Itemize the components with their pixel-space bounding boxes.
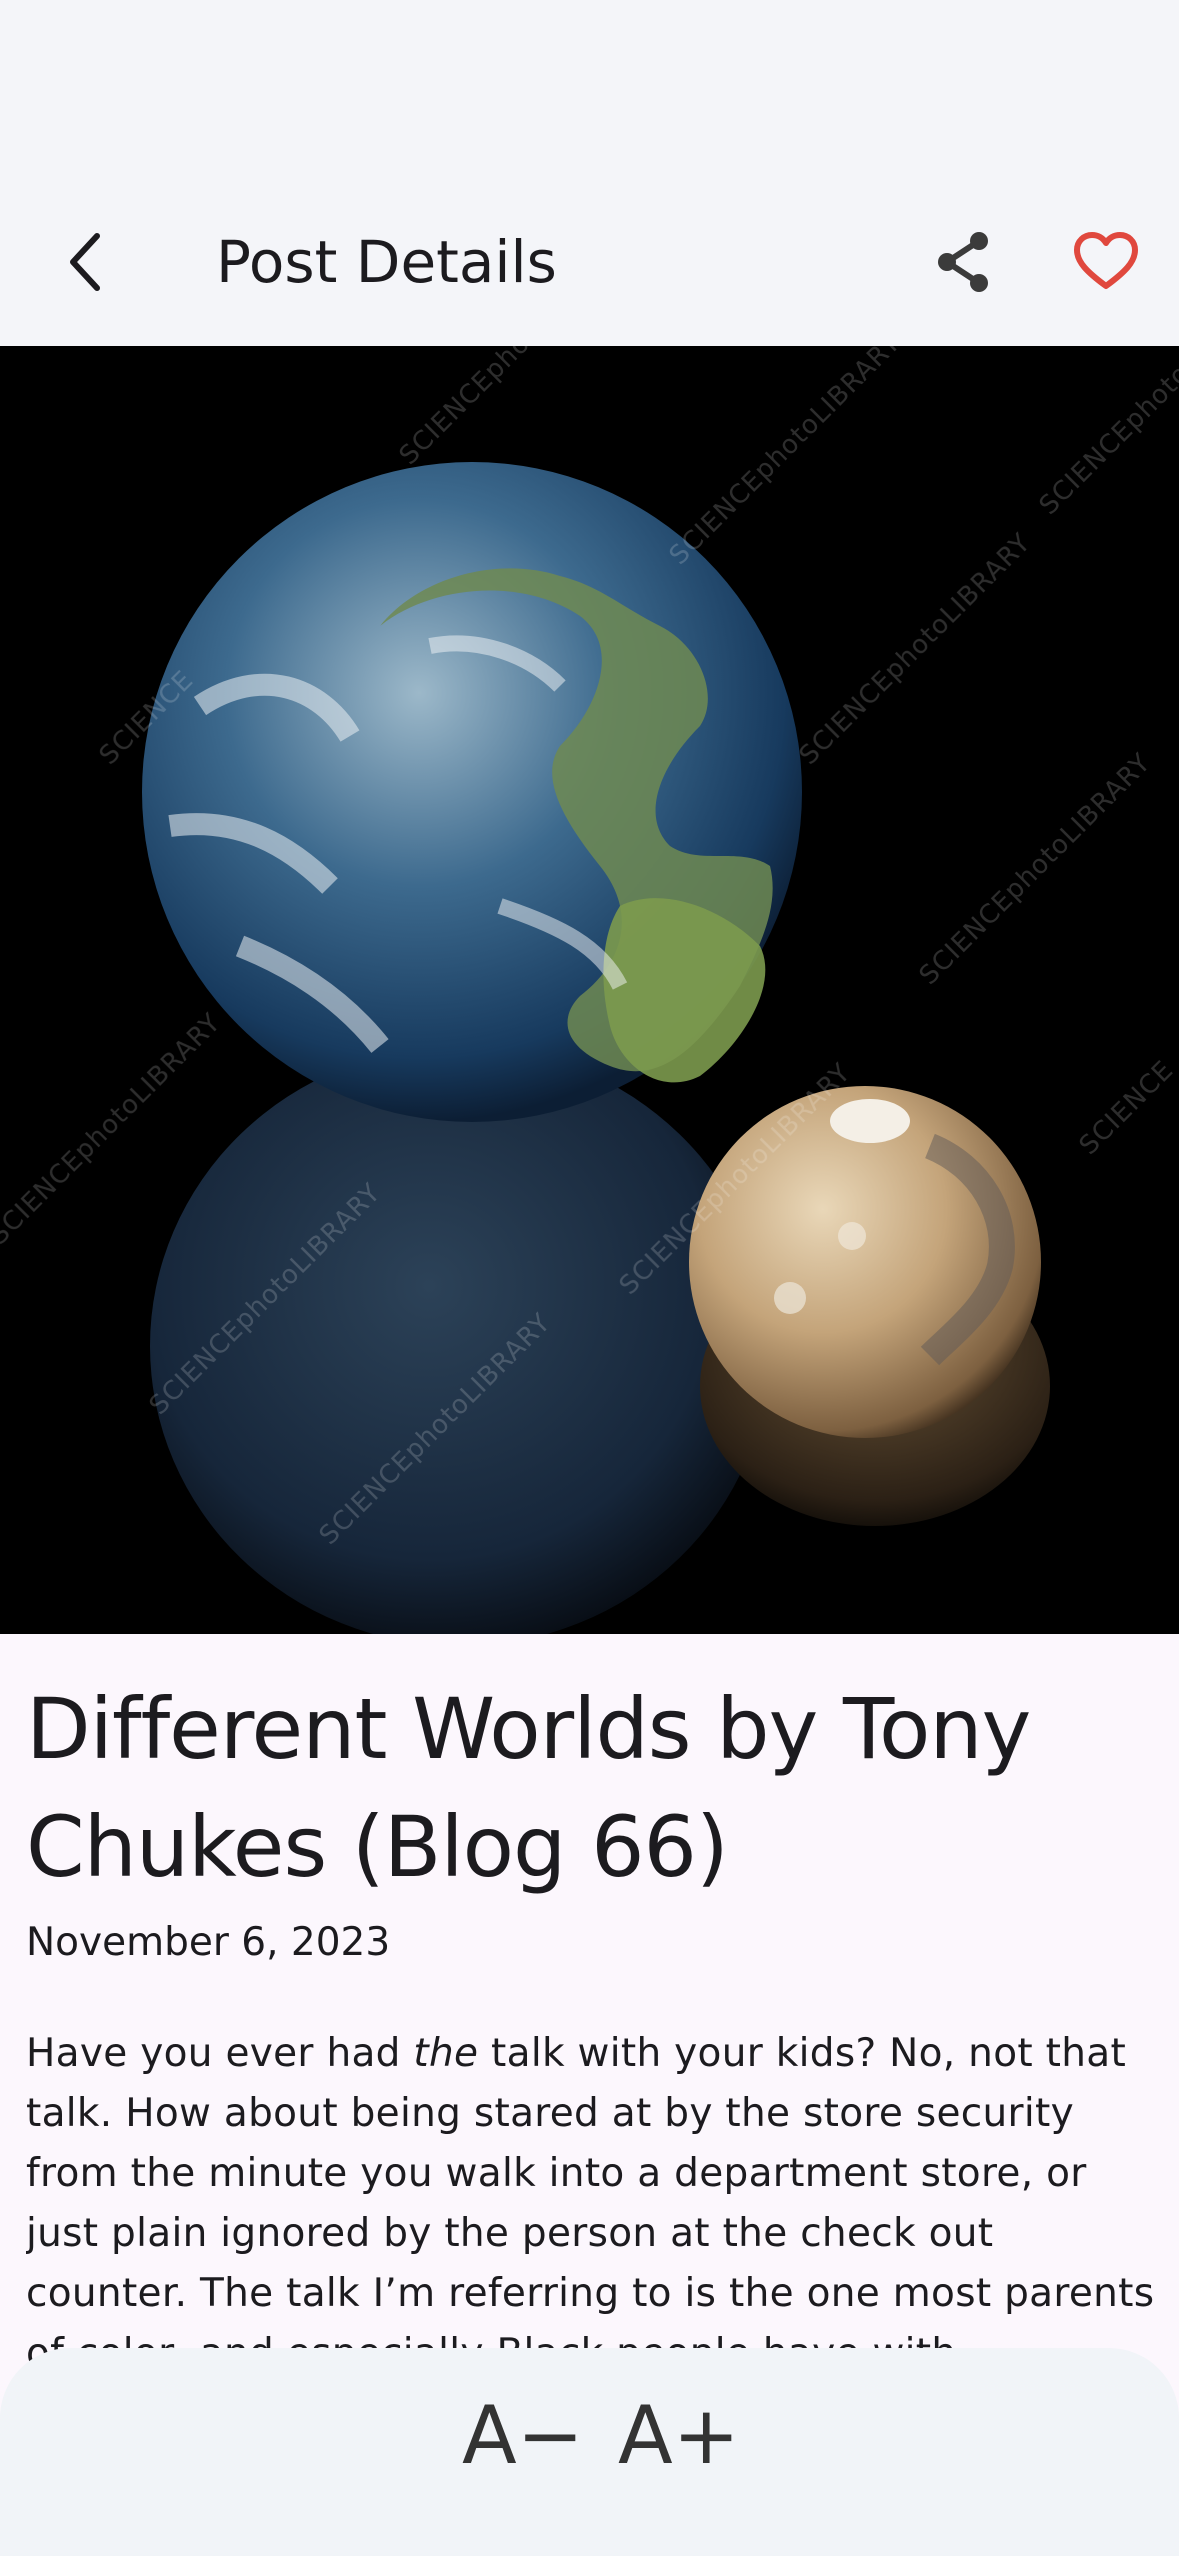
increase-font-button[interactable]: A+ — [618, 2386, 740, 2486]
post-body-text-2: talk with your kids? No, not that talk. … — [26, 2031, 1155, 2376]
back-button[interactable] — [50, 222, 120, 302]
post-body-text-1: Have you ever had — [26, 2031, 414, 2076]
back-arrow-icon — [70, 233, 100, 291]
font-size-controls: A− A+ — [0, 2348, 1179, 2556]
hero-image: SCIENCEphotoLIBRARY SCIENCEphotoLIBRARY … — [0, 346, 1179, 1634]
share-button[interactable] — [920, 220, 1006, 304]
heart-outline-icon — [1074, 232, 1138, 289]
post-date: November 6, 2023 — [26, 1920, 391, 1965]
post-title: Different Worlds by Tony Chukes (Blog 66… — [26, 1680, 1031, 1896]
page-title: Post Details — [216, 228, 557, 296]
post-body-emphasis: the — [413, 2031, 479, 2076]
status-bar-area — [0, 0, 1179, 180]
earth-and-mars-image: SCIENCEphotoLIBRARY SCIENCEphotoLIBRARY … — [0, 346, 1179, 1634]
app-bar: Post Details — [0, 180, 1179, 346]
favorite-button[interactable] — [1060, 220, 1152, 304]
share-icon — [938, 232, 988, 292]
decrease-font-button[interactable]: A− — [462, 2386, 584, 2486]
